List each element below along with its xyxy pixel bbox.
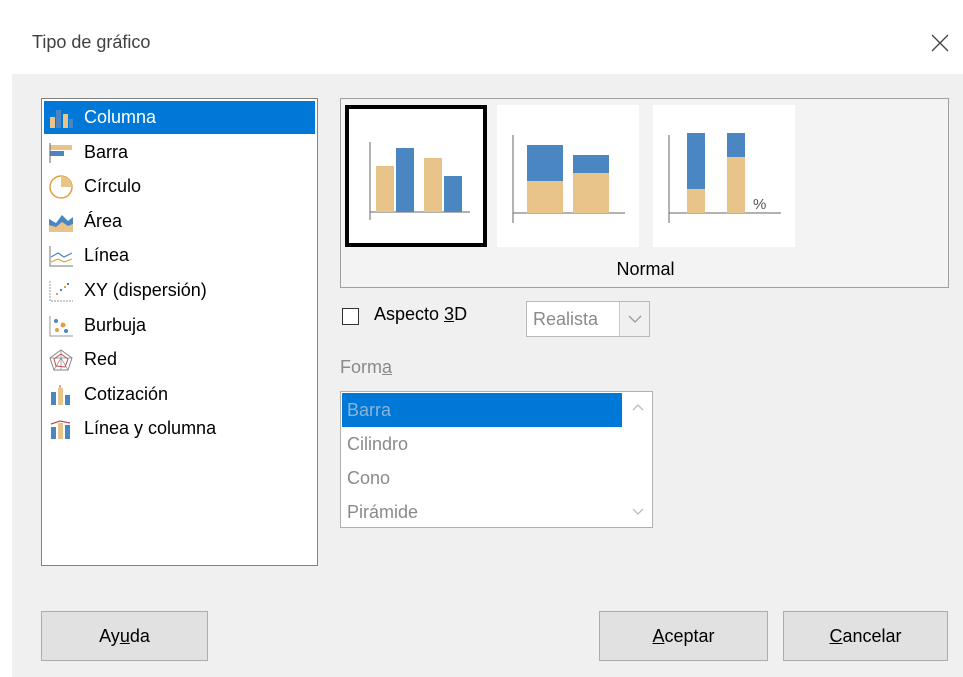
column-chart-icon (46, 106, 76, 130)
chart-type-item-xy[interactable]: XY (dispersión) (44, 274, 315, 307)
scatter-chart-icon (46, 279, 76, 303)
column-line-chart-icon (46, 417, 76, 441)
shape-list[interactable]: Barra Cilindro Cono Pirámide (340, 391, 653, 528)
shape-item-piramide[interactable]: Pirámide (342, 495, 622, 529)
ok-button[interactable]: Aceptar (599, 611, 768, 661)
scheme-value: Realista (533, 309, 599, 329)
chart-type-item-barra[interactable]: Barra (44, 136, 315, 169)
chart-type-item-area[interactable]: Área (44, 205, 315, 238)
shape-scrollbar[interactable] (623, 392, 652, 527)
chart-type-list[interactable]: Columna Barra Círculo Área Línea XY (dis… (41, 98, 318, 566)
percent-label: % (753, 196, 766, 213)
chart-type-label: Área (84, 211, 123, 231)
chart-type-item-circulo[interactable]: Círculo (44, 170, 315, 203)
chart-type-item-columna[interactable]: Columna (44, 101, 315, 134)
normal-column-preview-icon (369, 142, 470, 220)
chart-type-label: Cotización (84, 384, 169, 404)
variant-stacked[interactable] (497, 105, 639, 247)
shape-item-cilindro[interactable]: Cilindro (342, 427, 622, 461)
cancel-button[interactable]: Cancelar (783, 611, 948, 661)
chart-type-item-linea[interactable]: Línea (44, 239, 315, 272)
scroll-up-icon[interactable] (632, 403, 644, 411)
line-chart-icon (46, 244, 76, 268)
stock-chart-icon (46, 383, 76, 407)
chart-type-dialog: Tipo de gráfico Columna Barra Círculo Ár… (12, 0, 963, 677)
close-button[interactable] (917, 24, 963, 62)
shape-item-barra[interactable]: Barra (342, 393, 622, 427)
chart-type-label: Red (84, 349, 118, 369)
scroll-down-icon[interactable] (632, 508, 644, 516)
net-chart-icon (46, 348, 76, 372)
pie-chart-icon (46, 174, 76, 199)
chart-type-item-linea-columna[interactable]: Línea y columna (44, 412, 315, 445)
chart-variant-panel: % Normal (340, 98, 949, 288)
chart-type-item-cotizacion[interactable]: Cotización (44, 378, 315, 411)
close-icon (931, 34, 949, 52)
chart-type-item-burbuja[interactable]: Burbuja (44, 309, 315, 342)
scheme-combobox[interactable]: Realista (526, 301, 650, 337)
shape-item-cono[interactable]: Cono (342, 461, 622, 495)
chart-type-label: Círculo (84, 176, 142, 196)
chart-type-label: Barra (84, 142, 129, 162)
shape-label: Forma (340, 357, 393, 377)
area-chart-icon (46, 210, 76, 234)
bar-chart-icon (46, 141, 76, 165)
variant-normal[interactable] (345, 105, 487, 247)
chart-type-label: XY (dispersión) (84, 280, 207, 300)
bubble-chart-icon (46, 314, 76, 338)
stacked-column-preview-icon (512, 135, 625, 223)
chevron-down-icon (628, 315, 641, 323)
combo-dropdown-button[interactable] (619, 302, 649, 336)
chart-type-label: Línea y columna (84, 418, 217, 438)
percent-stacked-column-preview-icon: % (668, 133, 781, 223)
help-button[interactable]: Ay u da (41, 611, 208, 661)
aspect-3d-checkbox[interactable] (342, 308, 359, 325)
chart-type-label: Línea (84, 245, 130, 265)
variant-percent-stacked[interactable]: % (653, 105, 795, 247)
chart-type-item-red[interactable]: Red (44, 343, 315, 376)
aspect-3d-label[interactable]: Aspecto 3D (374, 304, 467, 325)
chart-type-label: Burbuja (84, 315, 147, 335)
chart-type-label: Columna (84, 107, 157, 127)
variant-caption: Normal (616, 259, 675, 279)
dialog-title: Tipo de gráfico (32, 32, 151, 52)
title-bar: Tipo de gráfico (12, 0, 963, 74)
